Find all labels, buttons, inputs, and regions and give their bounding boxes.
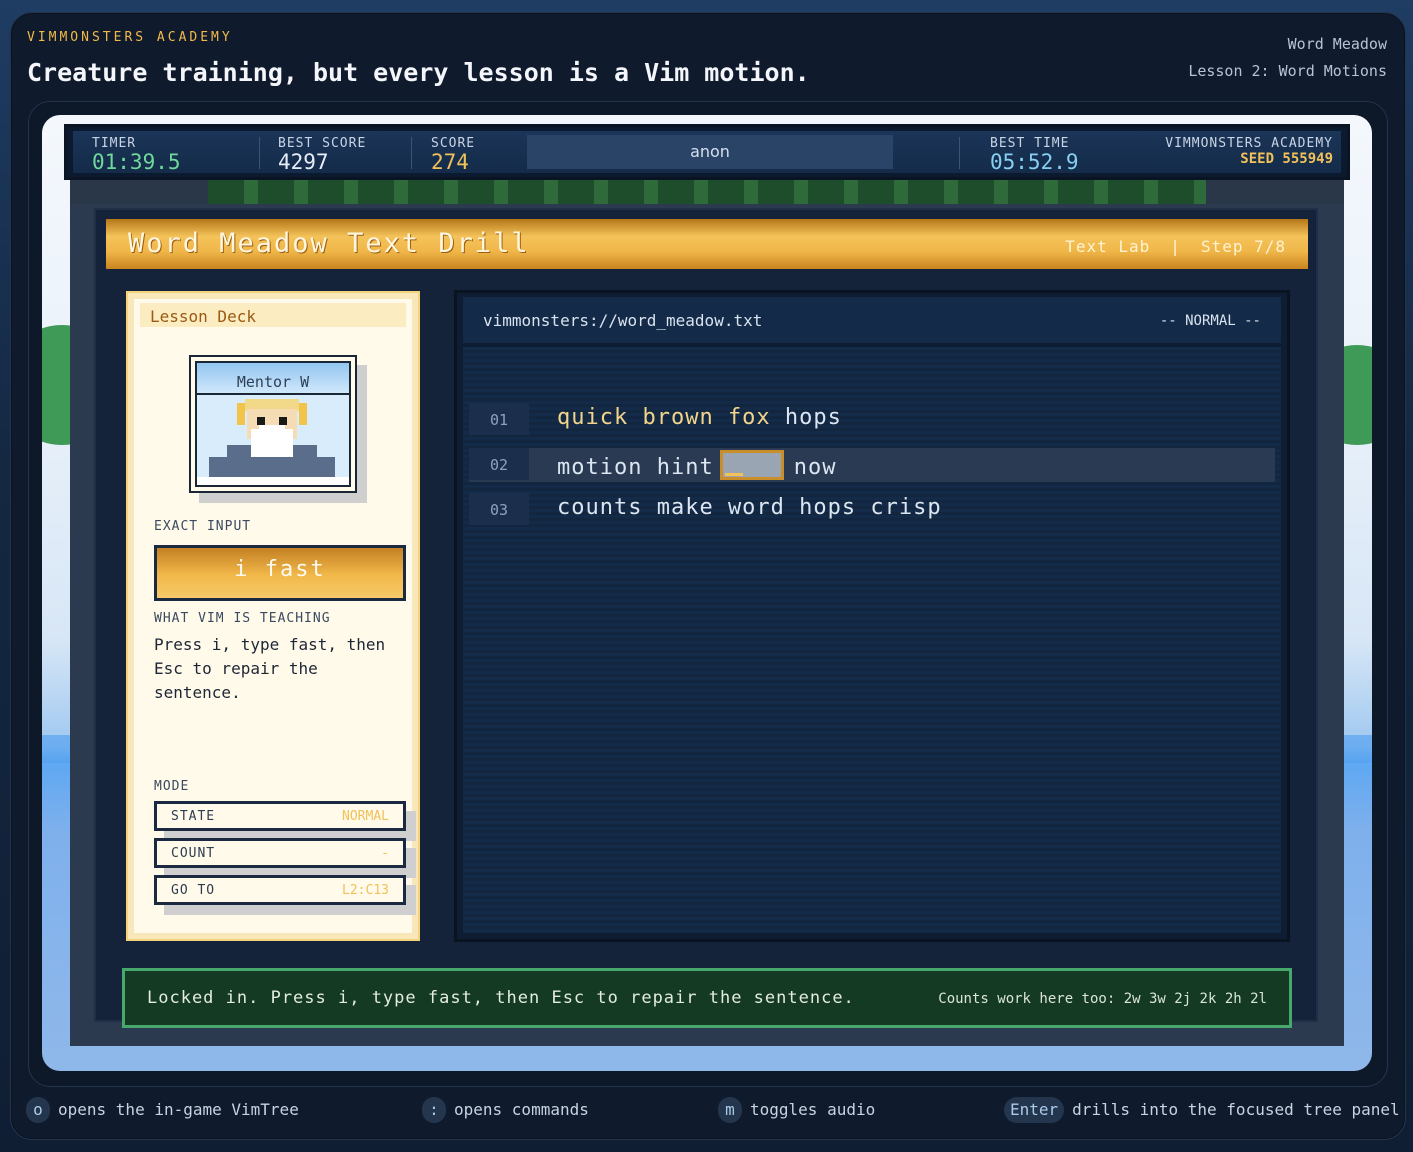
footer-hint-commands: : opens commands	[422, 1096, 589, 1124]
line-number: 01	[469, 403, 529, 435]
editor-header: vimmonsters://word_meadow.txt -- NORMAL …	[463, 297, 1281, 343]
line-text-rest: hops	[770, 405, 842, 430]
score-value: 274	[431, 150, 469, 174]
mentor-name: Mentor W	[197, 363, 349, 395]
line-text: motion hint now	[557, 450, 836, 480]
timer-label: TIMER	[92, 136, 137, 151]
lesson-name: Lesson 2: Word Motions	[1188, 62, 1387, 80]
scenery-edge	[70, 180, 208, 204]
drill-title: Word Meadow Text Drill	[128, 228, 530, 259]
area-label: Text Lab	[1065, 237, 1151, 256]
editor-buffer[interactable]: 01 quick brown fox hops 02 motion hint no…	[463, 347, 1281, 933]
mentor-avatar	[197, 395, 349, 477]
hud-score: SCORE 274	[431, 136, 476, 174]
key-enter[interactable]: Enter	[1004, 1097, 1065, 1123]
mentor-sprite-icon	[197, 395, 347, 477]
hud-best-score: BEST SCORE 4297	[278, 136, 367, 174]
drill-titlebar: Word Meadow Text Drill Text Lab | Step 7/8	[106, 219, 1308, 269]
mode-row-value: L2:C13	[342, 883, 389, 898]
line-number: 03	[469, 493, 529, 525]
page-title: Creature training, but every lesson is a…	[27, 58, 810, 87]
step-label: Step 7/8	[1200, 237, 1286, 256]
mode-row-count: COUNT -	[154, 838, 406, 868]
text-editor[interactable]: vimmonsters://word_meadow.txt -- NORMAL …	[454, 290, 1290, 942]
key-o[interactable]: o	[26, 1097, 50, 1123]
world-name: Word Meadow	[1287, 35, 1387, 53]
mode-row-value: -	[381, 846, 389, 861]
footer-hint-audio: m toggles audio	[718, 1096, 875, 1124]
highlighted-words: quick brown fox	[557, 405, 771, 430]
line-text: quick brown fox hops	[557, 405, 842, 430]
score-label: SCORE	[431, 136, 476, 151]
key-colon[interactable]: :	[422, 1097, 446, 1123]
footer-hint-vimtree: o opens the in-game VimTree	[26, 1096, 299, 1124]
editor-line-active[interactable]: 02 motion hint now	[469, 448, 1275, 482]
exact-input-value: i fast	[154, 545, 406, 601]
teaching-text: Press i, type fast, then Esc to repair t…	[154, 635, 386, 702]
line-number: 02	[469, 448, 529, 480]
editor-filename: vimmonsters://word_meadow.txt	[483, 311, 763, 330]
mentor-card: Mentor W	[189, 355, 357, 493]
hud-divider	[259, 137, 260, 169]
best-time-value: 05:52.9	[990, 150, 1079, 174]
editor-line[interactable]: 01 quick brown fox hops	[469, 403, 1275, 437]
mode-row-key: GO TO	[171, 883, 216, 898]
mode-label: MODE	[154, 779, 190, 794]
timer-value: 01:39.5	[92, 150, 181, 174]
hud-divider	[411, 137, 412, 169]
deck-title: Lesson Deck	[140, 303, 406, 327]
mode-row-key: STATE	[171, 809, 216, 824]
teaching-label: WHAT VIM IS TEACHING	[154, 611, 331, 626]
footer-hint-text: opens the in-game VimTree	[58, 1100, 299, 1119]
brand-label: VIMMONSTERS ACADEMY	[27, 30, 233, 45]
footer-hint-text: drills into the focused tree panel	[1072, 1100, 1400, 1119]
academy-label: VIMMONSTERS ACADEMY	[1165, 136, 1333, 151]
mode-row-key: COUNT	[171, 846, 216, 861]
scenery-edge	[1206, 180, 1344, 204]
best-score-value: 4297	[278, 150, 329, 174]
mode-row-value: NORMAL	[342, 809, 389, 824]
editor-line[interactable]: 03 counts make word hops crisp	[469, 493, 1275, 527]
status-message: Locked in. Press i, type fast, then Esc …	[147, 988, 855, 1008]
hud-academy: VIMMONSTERS ACADEMY SEED 555949	[1165, 136, 1333, 168]
player-name-field[interactable]: anon	[527, 135, 893, 169]
status-hint: Counts work here too: 2w 3w 2j 2k 2h 2l	[938, 991, 1267, 1007]
line-text-before: motion hint	[557, 455, 714, 480]
line-text: counts make word hops crisp	[557, 495, 942, 520]
line-text-after: now	[793, 455, 837, 480]
best-time-label: BEST TIME	[990, 136, 1070, 151]
key-m[interactable]: m	[718, 1097, 742, 1123]
lesson-deck: Lesson Deck Mentor W EXACT INPUT i fast …	[126, 291, 420, 941]
mode-row-goto: GO TO L2:C13	[154, 875, 406, 905]
footer-hint-text: opens commands	[454, 1100, 589, 1119]
missing-word-slot[interactable]	[719, 450, 784, 480]
hud-best-time: BEST TIME 05:52.9	[990, 136, 1079, 174]
hud-timer: TIMER 01:39.5	[92, 136, 181, 174]
hud-divider	[959, 137, 960, 169]
status-bar: Locked in. Press i, type fast, then Esc …	[122, 968, 1292, 1028]
treeline	[208, 180, 1206, 204]
hud-bar: TIMER 01:39.5 BEST SCORE 4297 SCORE 274 …	[64, 124, 1350, 180]
footer-hint-enter: Enter drills into the focused tree panel	[1004, 1096, 1400, 1124]
best-score-label: BEST SCORE	[278, 136, 367, 151]
seed-value: SEED 555949	[1240, 151, 1333, 167]
drill-meta: Text Lab | Step 7/8	[1065, 237, 1286, 256]
exact-input-label: EXACT INPUT	[154, 519, 252, 534]
mode-row-state: STATE NORMAL	[154, 801, 406, 831]
footer-hint-text: toggles audio	[750, 1100, 876, 1119]
meta-separator: |	[1170, 237, 1181, 256]
vim-mode-indicator: -- NORMAL --	[1159, 313, 1261, 329]
